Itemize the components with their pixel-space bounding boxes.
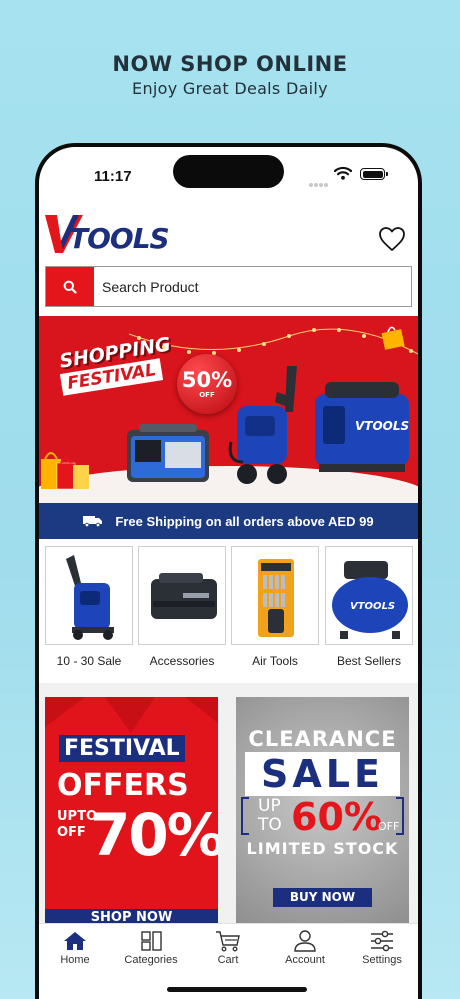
tab-account[interactable]: Account	[267, 930, 343, 966]
inverter-generator-image: VTOOLS	[315, 382, 409, 472]
festival-offers-banner[interactable]: FESTIVAL OFFERS UPTO OFF 70% SHOP NOW	[45, 697, 218, 925]
clearance-limited-stock: LIMITED STOCK	[246, 839, 399, 858]
clearance-title: CLEARANCE	[248, 727, 397, 751]
discount-off-label: OFF	[199, 390, 215, 399]
free-shipping-bar: Free Shipping on all orders above AED 99	[39, 503, 418, 539]
heart-icon[interactable]	[378, 226, 406, 252]
marketing-subline: Enjoy Great Deals Daily	[132, 79, 328, 98]
power-station-image	[127, 424, 209, 482]
air-compressor-image: VTOOLS	[332, 561, 408, 639]
hero-banner[interactable]: SHOPPING FESTIVAL 50% OFF VTOOLS	[39, 316, 418, 503]
festival-percent: 70%	[90, 801, 218, 869]
clearance-upto: UP TO	[258, 796, 282, 835]
gift-bag-icon	[381, 326, 405, 350]
search-input[interactable]	[102, 267, 402, 306]
wifi-icon	[334, 166, 352, 180]
tab-cart[interactable]: Cart	[190, 930, 266, 966]
category-label: Accessories	[149, 654, 215, 668]
generator-brand: VTOOLS	[355, 419, 409, 433]
clearance-sale: SALE	[245, 752, 400, 796]
status-time: 11:17	[94, 168, 132, 185]
tab-label: Account	[285, 954, 325, 966]
settings-icon	[371, 930, 393, 952]
category-label: Air Tools	[252, 654, 298, 668]
category-image: VTOOLS	[325, 546, 413, 645]
search-bar	[45, 266, 412, 307]
pressure-washer-image	[66, 555, 114, 640]
cart-icon	[216, 931, 240, 952]
clearance-percent: 60%	[291, 795, 382, 839]
category-label: Best Sellers	[336, 654, 402, 668]
bottom-tab-bar: Home Categories Cart Account Settings	[39, 923, 418, 999]
marketing-headline: NOW SHOP ONLINE	[112, 52, 348, 76]
category-image	[138, 546, 226, 645]
tab-label: Cart	[217, 954, 239, 966]
pressure-washer-image	[228, 366, 297, 484]
category-row: 10 - 30 Sale Accessories Air Tools VTOOL…	[45, 546, 415, 676]
tab-home[interactable]: Home	[39, 930, 113, 966]
promo-section: FESTIVAL OFFERS UPTO OFF 70% SHOP NOW CL…	[39, 683, 418, 925]
signal-icon	[309, 174, 329, 192]
categories-icon	[141, 931, 162, 951]
account-icon	[294, 930, 316, 952]
category-image	[45, 546, 133, 645]
category-air-tools[interactable]: Air Tools	[231, 546, 319, 668]
shopping-bags-image	[41, 452, 89, 490]
vtools-logo[interactable]: TOOLS	[43, 209, 177, 259]
home-indicator	[167, 987, 307, 992]
compressor-brand: VTOOLS	[350, 601, 395, 612]
clearance-sale-banner[interactable]: CLEARANCE SALE UP TO 60% OFF LIMITED STO…	[236, 697, 409, 925]
battery-icon	[360, 168, 388, 180]
tab-categories[interactable]: Categories	[113, 930, 189, 966]
battery-pack-image	[151, 573, 217, 619]
dynamic-island	[173, 155, 284, 188]
tab-settings[interactable]: Settings	[344, 930, 418, 966]
search-icon	[63, 280, 77, 294]
phone-frame: 11:17 TOOLS Search Product SHOPPING FEST…	[35, 143, 422, 999]
category-10-30-sale[interactable]: 10 - 30 Sale	[45, 546, 133, 668]
category-image	[231, 546, 319, 645]
category-best-sellers[interactable]: VTOOLS Best Sellers	[325, 546, 413, 668]
bit-set-image	[258, 559, 294, 637]
category-accessories[interactable]: Accessories	[138, 546, 226, 668]
category-label: 10 - 30 Sale	[56, 654, 122, 668]
buy-now-button[interactable]: BUY NOW	[273, 888, 372, 907]
festival-title: FESTIVAL	[59, 735, 185, 762]
app-screen: 11:17 TOOLS Search Product SHOPPING FEST…	[39, 147, 418, 999]
home-icon	[64, 932, 86, 950]
tab-label: Categories	[124, 954, 178, 966]
free-shipping-text: Free Shipping on all orders above AED 99	[115, 513, 374, 529]
sunburst-decoration	[45, 697, 218, 733]
tab-label: Home	[60, 954, 90, 966]
logo-text: TOOLS	[69, 222, 170, 255]
search-button[interactable]	[46, 267, 94, 306]
festival-subtitle: OFFERS	[57, 768, 189, 803]
discount-percent: 50%	[181, 367, 233, 392]
tab-label: Settings	[362, 954, 402, 966]
truck-icon	[83, 516, 103, 527]
clearance-off: OFF	[378, 820, 400, 833]
